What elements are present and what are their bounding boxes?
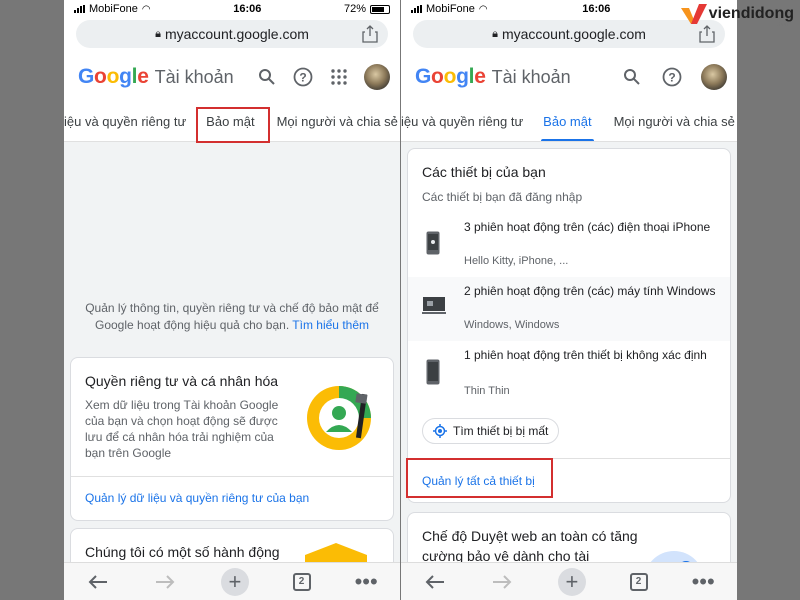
new-tab-icon[interactable]: + <box>557 567 586 596</box>
battery-percent: 72% <box>343 3 366 15</box>
device-subtitle: Windows, Windows <box>464 319 560 331</box>
browser-toolbar: + 2 ••• <box>401 562 737 600</box>
svg-text:?: ? <box>299 71 306 85</box>
carrier-label: MobiFone <box>426 3 475 15</box>
tab-data-privacy[interactable]: iệu và quyền riêng tư <box>64 102 194 141</box>
actions-card-title: Chúng tôi có một số hành động <box>85 544 280 560</box>
device-row-iphone[interactable]: 3 phiên hoạt động trên (các) điện thoại … <box>408 211 730 277</box>
new-tab-icon[interactable]: + <box>220 567 249 596</box>
lock-icon: 🔒︎ <box>492 27 498 40</box>
location-target-icon <box>433 424 447 438</box>
account-tabs: iệu và quyền riêng tư Bảo mật Mọi người … <box>401 102 737 142</box>
forward-icon[interactable] <box>490 570 514 594</box>
tab-data-privacy[interactable]: iệu và quyền riêng tư <box>401 102 531 141</box>
more-icon[interactable]: ••• <box>354 569 378 594</box>
status-time: 16:06 <box>233 3 262 15</box>
lock-icon: 🔒︎ <box>155 27 161 40</box>
google-account-header: Google Tài khoản ? <box>64 52 400 102</box>
device-row-unknown[interactable]: 1 phiên hoạt động trên thiết bị không xá… <box>408 341 730 407</box>
iphone-icon <box>426 231 440 255</box>
tab-people-sharing[interactable]: Mọi người và chia sẻ <box>269 102 400 141</box>
highlight-box-manage-devices <box>406 458 553 498</box>
share-icon[interactable] <box>699 25 715 43</box>
privacy-card-title: Quyền riêng tư và cá nhân hóa <box>85 373 279 389</box>
url-text: myaccount.google.com <box>501 26 646 42</box>
google-logo[interactable]: Google <box>78 65 149 89</box>
viendidong-watermark: viendidong .com <box>680 4 794 28</box>
tab-security[interactable]: Bảo mật <box>535 102 599 141</box>
url-text: myaccount.google.com <box>164 26 309 42</box>
left-phone-screen: MobiFone ◠ 16:06 72% 🔒︎ myaccount.google… <box>64 0 400 600</box>
tab-people-sharing[interactable]: Mọi người và chia sẻ <box>606 102 737 141</box>
forward-icon[interactable] <box>153 570 177 594</box>
search-icon[interactable] <box>256 66 278 88</box>
device-row-windows[interactable]: 2 phiên hoạt động trên (các) máy tính Wi… <box>408 277 730 341</box>
back-icon[interactable] <box>423 570 447 594</box>
account-title: Tài khoản <box>491 66 571 87</box>
find-lost-device-button[interactable]: Tìm thiết bị bị mất <box>422 418 560 444</box>
devices-card-title: Các thiết bị của bạn <box>422 164 546 180</box>
address-bar[interactable]: 🔒︎ myaccount.google.com <box>413 20 725 48</box>
status-bar: MobiFone ◠ 16:06 72% <box>64 0 400 18</box>
watermark-domain: .com <box>776 22 790 28</box>
device-title: 1 phiên hoạt động trên thiết bị không xá… <box>464 348 707 362</box>
battery-icon <box>369 4 390 14</box>
devices-card-subtitle: Các thiết bị bạn đã đăng nhập <box>422 190 583 204</box>
google-account-header: Google Tài khoản ? <box>401 52 737 102</box>
highlight-box-security-tab <box>196 107 270 143</box>
browser-toolbar: + 2 ••• <box>64 562 400 600</box>
tabs-icon[interactable]: 2 <box>629 572 648 591</box>
privacy-card-description: Xem dữ liệu trong Tài khoản Google của b… <box>85 398 279 460</box>
avatar[interactable] <box>701 64 727 90</box>
right-phone-screen: MobiFone ◠ 16:06 72% 🔒︎ myaccount.google… <box>401 0 737 600</box>
device-subtitle: Hello Kitty, iPhone, ... <box>464 255 569 267</box>
search-icon[interactable] <box>621 66 643 88</box>
more-icon[interactable]: ••• <box>691 569 715 594</box>
help-icon[interactable]: ? <box>292 66 314 88</box>
share-icon[interactable] <box>362 25 378 43</box>
signal-icon <box>411 5 422 13</box>
windows-laptop-icon <box>422 297 446 314</box>
unknown-device-icon <box>426 359 440 385</box>
apps-grid-icon[interactable] <box>328 66 350 88</box>
learn-more-link[interactable]: Tìm hiểu thêm <box>292 318 369 332</box>
svg-text:?: ? <box>668 71 675 85</box>
safe-browsing-card-title: Chế độ Duyệt web an toàn có tăng cường b… <box>422 528 638 564</box>
devices-card: Các thiết bị của bạn Các thiết bị bạn đã… <box>407 148 731 503</box>
account-title: Tài khoản <box>154 66 234 87</box>
back-icon[interactable] <box>86 570 110 594</box>
watermark-brand: viendidong <box>708 5 794 22</box>
wifi-icon: ◠ <box>478 3 488 15</box>
privacy-illustration-icon <box>307 386 371 450</box>
privacy-card: Quyền riêng tư và cá nhân hóa Xem dữ liệ… <box>70 357 394 521</box>
tabs-icon[interactable]: 2 <box>292 572 311 591</box>
carrier-label: MobiFone <box>89 3 138 15</box>
device-title: 2 phiên hoạt động trên (các) máy tính Wi… <box>464 284 716 298</box>
address-bar[interactable]: 🔒︎ myaccount.google.com <box>76 20 388 48</box>
viendidong-logo-icon <box>680 4 707 24</box>
signal-icon <box>74 5 85 13</box>
device-title: 3 phiên hoạt động trên (các) điện thoại … <box>464 220 711 234</box>
help-icon[interactable]: ? <box>661 66 683 88</box>
wifi-icon: ◠ <box>141 3 151 15</box>
intro-text: Quản lý thông tin, quyền riêng tư và chế… <box>85 301 379 332</box>
manage-privacy-link[interactable]: Quản lý dữ liệu và quyền riêng tư của bạ… <box>85 491 309 505</box>
google-logo[interactable]: Google <box>415 65 486 89</box>
device-subtitle: Thin Thin <box>464 385 510 397</box>
status-time: 16:06 <box>582 3 611 15</box>
avatar[interactable] <box>364 64 390 90</box>
